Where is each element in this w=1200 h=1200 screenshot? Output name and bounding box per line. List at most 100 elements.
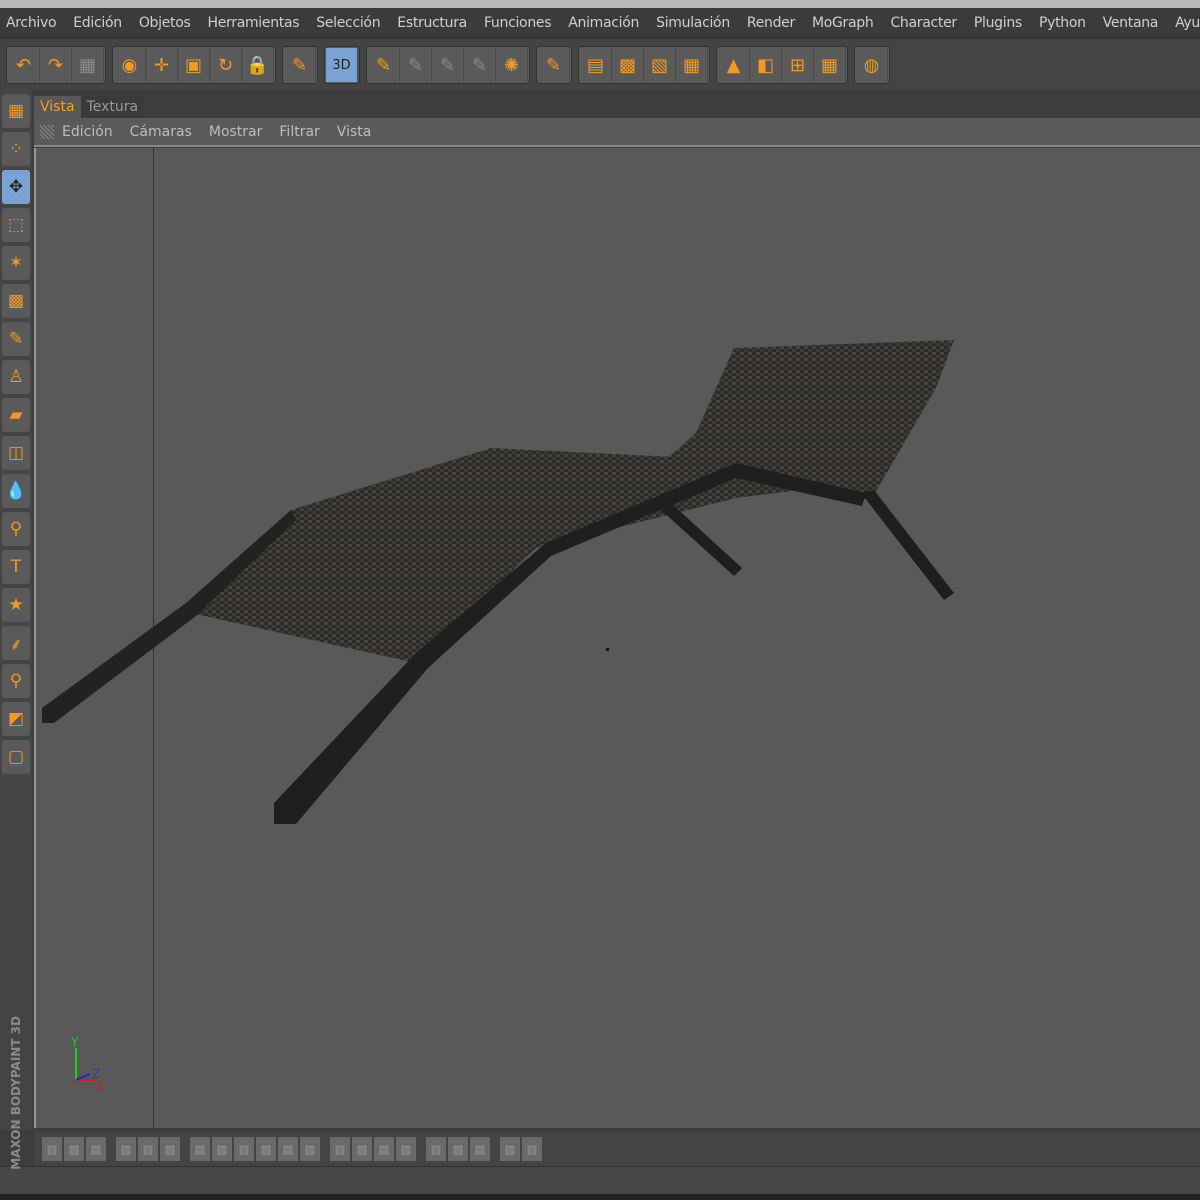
menu-item-character[interactable]: Character	[890, 15, 957, 31]
uv-tool-button[interactable]: ▨	[500, 1137, 520, 1161]
eyedropper-tool-button[interactable]: ⸙	[2, 626, 30, 660]
viewport-menu-vista[interactable]: Vista	[337, 124, 372, 140]
star-tool-button[interactable]: ★	[2, 588, 30, 622]
menu-item-python[interactable]: Python	[1039, 15, 1086, 31]
grip-handle-icon[interactable]	[40, 125, 54, 139]
viewport-menu-cámaras[interactable]: Cámaras	[130, 124, 192, 140]
uv-tool-button[interactable]: ▨	[396, 1137, 416, 1161]
tab-vista[interactable]: Vista	[34, 96, 81, 118]
layout-2-button[interactable]: ◧	[750, 48, 782, 82]
clone-tool-button[interactable]: ⚲	[2, 664, 30, 698]
3d-viewport[interactable]: Y Z X	[34, 148, 1200, 1128]
uv-tool-button[interactable]: ▨	[374, 1137, 394, 1161]
title-bar	[0, 0, 1200, 8]
uv-tool-button[interactable]: ▨	[522, 1137, 542, 1161]
uv-tool-button[interactable]: ▨	[300, 1137, 320, 1161]
render-button[interactable]: ◍	[856, 48, 888, 82]
layout-grid-button[interactable]: ▦	[814, 48, 846, 82]
layout-4-button[interactable]: ⊞	[782, 48, 814, 82]
uv-tool-icon: ▨	[400, 1142, 412, 1156]
menu-item-selección[interactable]: Selección	[316, 15, 380, 31]
menu-item-edición[interactable]: Edición	[73, 15, 122, 31]
paint-all-channels-button[interactable]: ✎	[368, 48, 400, 82]
redo-button[interactable]: ↷	[40, 48, 72, 82]
move-button[interactable]: ✛	[146, 48, 178, 82]
chair-leg-back-left	[661, 504, 742, 576]
rect-select-tool-button[interactable]: ⬚	[2, 208, 30, 242]
menu-item-simulación[interactable]: Simulación	[656, 15, 730, 31]
menu-item-funciones[interactable]: Funciones	[484, 15, 552, 31]
texture-wheel-button[interactable]: ✺	[496, 48, 528, 82]
uv-polygons-button[interactable]: ▤	[580, 48, 612, 82]
axis-gizmo: Y Z X	[70, 1035, 104, 1093]
layout-button[interactable]: ▲	[718, 48, 750, 82]
move-icon: ✥	[8, 177, 24, 197]
eraser-tool-button[interactable]: ▰	[2, 398, 30, 432]
layout-tool-button[interactable]: ▦	[2, 94, 30, 128]
blur-tool-button[interactable]: 💧	[2, 474, 30, 508]
menu-item-plugins[interactable]: Plugins	[974, 15, 1022, 31]
stamp-icon: ♙	[8, 367, 24, 387]
projection-paint-button[interactable]: ✎	[538, 48, 570, 82]
scale-icon: ▣	[184, 54, 202, 76]
stamp-tool-button[interactable]: ♙	[2, 360, 30, 394]
uv-tool-icon: ▨	[68, 1142, 80, 1156]
select-button[interactable]: ◉	[114, 48, 146, 82]
uv-tool-button[interactable]: ▨	[352, 1137, 372, 1161]
uv-tool-button[interactable]: ▨	[160, 1137, 180, 1161]
zoom-tool-button[interactable]: ⚲	[2, 512, 30, 546]
mode-tool-button[interactable]: ⁘	[2, 132, 30, 166]
color-swatch-tool-button[interactable]: ◩	[2, 702, 30, 736]
blur-icon: 💧	[5, 481, 27, 501]
menu-item-herramientas[interactable]: Herramientas	[207, 15, 299, 31]
move-tool-button[interactable]: ✥	[2, 170, 30, 204]
uv-edges-button[interactable]: ▧	[644, 48, 676, 82]
uv-tool-button[interactable]: ▨	[426, 1137, 446, 1161]
uv-tool-icon: ▨	[356, 1142, 368, 1156]
menu-item-render[interactable]: Render	[747, 15, 795, 31]
channel-check-button[interactable]: ✎	[432, 48, 464, 82]
fill-tool-button[interactable]: ▩	[2, 284, 30, 318]
uv-tool-button[interactable]: ▨	[138, 1137, 158, 1161]
viewport-menu-filtrar[interactable]: Filtrar	[279, 124, 319, 140]
scale-button[interactable]: ▣	[178, 48, 210, 82]
menu-item-ayuda[interactable]: Ayuda	[1175, 15, 1200, 31]
menu-item-archivo[interactable]: Archivo	[6, 15, 57, 31]
uv-tool-button[interactable]: ▨	[64, 1137, 84, 1161]
uv-tool-button[interactable]: ▨	[448, 1137, 468, 1161]
viewport-menu-mostrar[interactable]: Mostrar	[209, 124, 263, 140]
uv-tool-button[interactable]: ▨	[86, 1137, 106, 1161]
uv-tool-button[interactable]: ▨	[42, 1137, 62, 1161]
brush-tool-button[interactable]: ✎	[2, 322, 30, 356]
text-tool-button[interactable]: T	[2, 550, 30, 584]
uv-tool-button[interactable]: ▨	[256, 1137, 276, 1161]
menu-item-estructura[interactable]: Estructura	[397, 15, 467, 31]
tab-textura[interactable]: Textura	[80, 96, 145, 118]
undo-button[interactable]: ↶	[8, 48, 40, 82]
menu-item-animación[interactable]: Animación	[568, 15, 639, 31]
gradient-tool-button[interactable]: ◫	[2, 436, 30, 470]
menu-item-ventana[interactable]: Ventana	[1103, 15, 1159, 31]
paint-3d-button[interactable]: 3D	[326, 48, 358, 82]
uv-tool-button[interactable]: ▨	[234, 1137, 254, 1161]
uv-tool-button[interactable]: ▨	[116, 1137, 136, 1161]
layer-tool-button[interactable]: ▢	[2, 740, 30, 774]
paint-brush-button[interactable]: ✎	[284, 48, 316, 82]
uv-tool-button[interactable]: ▨	[470, 1137, 490, 1161]
reset-button[interactable]: ▦	[72, 48, 104, 82]
channel-button[interactable]: ✎	[400, 48, 432, 82]
viewport-menu-edición[interactable]: Edición	[62, 124, 113, 140]
uv-points-button[interactable]: ▩	[612, 48, 644, 82]
uv-tool-button[interactable]: ▨	[330, 1137, 350, 1161]
checker-button[interactable]: ▦	[676, 48, 708, 82]
magic-wand-tool-button[interactable]: ✶	[2, 246, 30, 280]
uv-tool-button[interactable]: ▨	[190, 1137, 210, 1161]
redo-icon: ↷	[47, 54, 64, 76]
menu-item-objetos[interactable]: Objetos	[139, 15, 191, 31]
channel-x-button[interactable]: ✎	[464, 48, 496, 82]
uv-tool-button[interactable]: ▨	[278, 1137, 298, 1161]
lock-button[interactable]: 🔒	[242, 48, 274, 82]
uv-tool-button[interactable]: ▨	[212, 1137, 232, 1161]
rotate-button[interactable]: ↻	[210, 48, 242, 82]
menu-item-mograph[interactable]: MoGraph	[812, 15, 874, 31]
